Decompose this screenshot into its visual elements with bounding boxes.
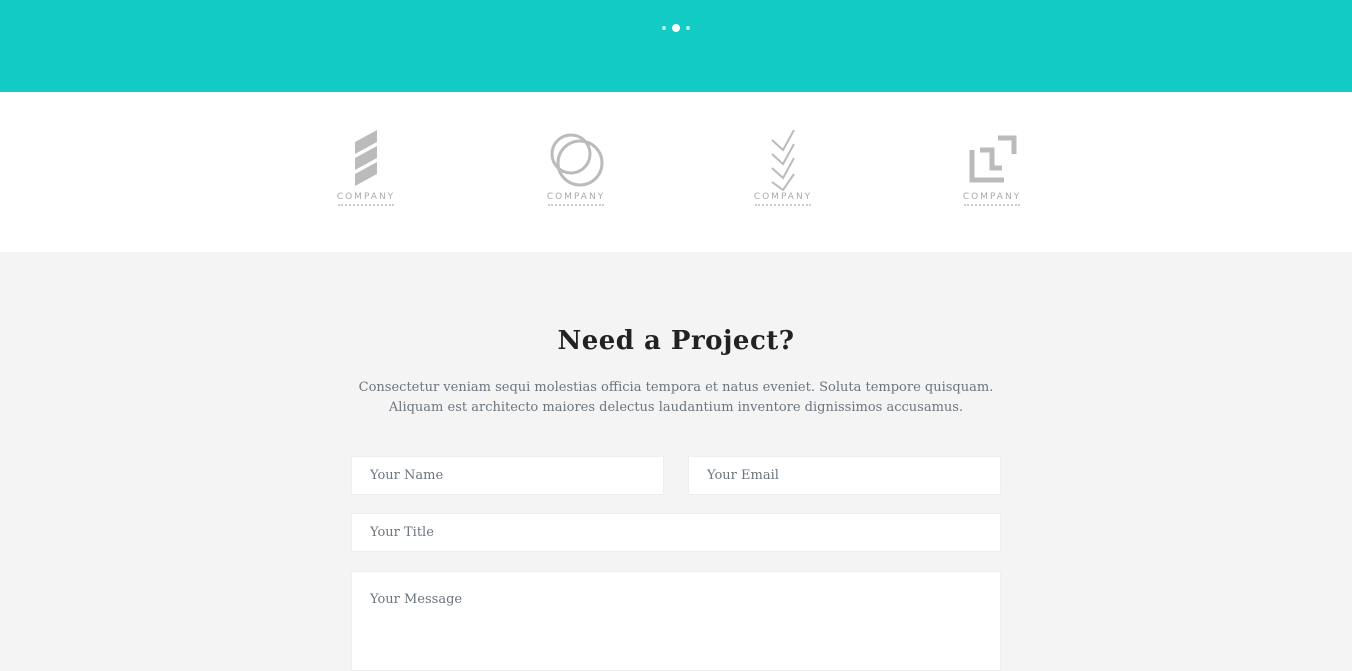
client-logo-3-name: COMPANY	[753, 192, 813, 202]
email-input[interactable]	[688, 456, 1001, 495]
client-logo-4: COMPANY	[942, 130, 1042, 214]
client-logo-4-tagline	[964, 204, 1020, 208]
client-logo-4-name: COMPANY	[962, 192, 1022, 202]
client-logo-2-tagline	[548, 204, 604, 208]
rings-logo-icon	[550, 133, 604, 187]
client-logo-3-tagline	[755, 204, 811, 208]
client-logo-1-name: COMPANY	[336, 192, 396, 202]
stripes-logo-icon	[355, 130, 377, 186]
contact-description-line-2: Aliquam est architecto maiores delectus …	[388, 400, 964, 415]
client-logo-1-tagline	[338, 204, 394, 208]
carousel-dot-2-active[interactable]	[672, 24, 680, 32]
carousel-pagination	[0, 24, 1352, 32]
contact-section: Need a Project? Consectetur veniam sequi…	[0, 252, 1352, 671]
client-logo-3: COMPANY	[733, 130, 833, 214]
hero-banner	[0, 0, 1352, 92]
name-input[interactable]	[351, 456, 664, 495]
squares-logo-icon	[969, 135, 1017, 183]
message-textarea[interactable]	[351, 571, 1001, 671]
title-input[interactable]	[351, 513, 1001, 552]
client-logo-1: COMPANY	[316, 130, 416, 214]
client-logo-2: COMPANY	[526, 130, 626, 214]
contact-description: Consectetur veniam sequi molestias offic…	[326, 378, 1026, 418]
contact-description-line-1: Consectetur veniam sequi molestias offic…	[358, 380, 994, 395]
client-logos-section: COMPANY COMPANY COMPANY COMPANY	[0, 92, 1352, 252]
client-logo-2-name: COMPANY	[546, 192, 606, 202]
chevrons-logo-icon	[771, 130, 795, 192]
contact-title: Need a Project?	[557, 326, 795, 356]
carousel-dot-1[interactable]	[662, 26, 666, 30]
carousel-dot-3[interactable]	[686, 26, 690, 30]
